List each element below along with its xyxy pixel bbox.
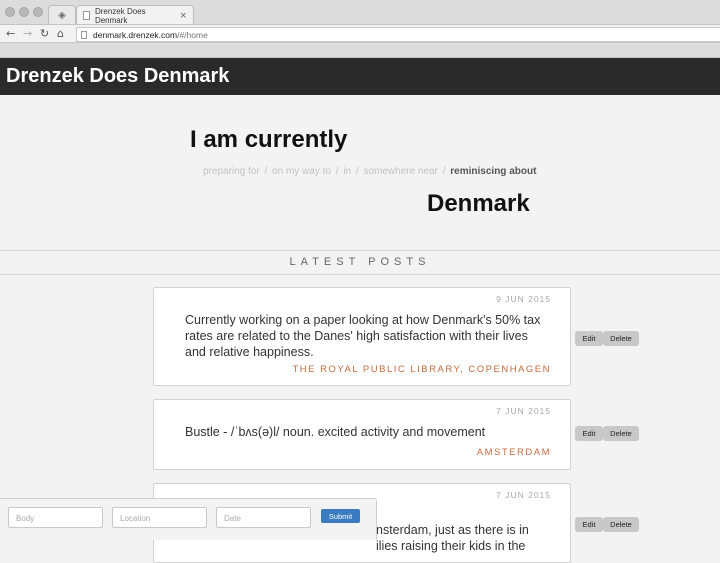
- post-body-line: nsterdam, just as there is in: [376, 523, 529, 537]
- new-post-form: Body Location Date Submit: [0, 498, 377, 540]
- country-name: Denmark: [427, 190, 530, 217]
- status-option-somewhere-near[interactable]: somewhere near: [363, 166, 437, 177]
- post-card: 9 JUN 2015 Currently working on a paper …: [153, 287, 571, 386]
- submit-button[interactable]: Submit: [321, 509, 360, 523]
- post-location: AMSTERDAM: [476, 447, 551, 458]
- date-input[interactable]: Date: [216, 507, 311, 528]
- window-close-button[interactable]: [5, 7, 15, 17]
- delete-button[interactable]: Delete: [603, 331, 639, 346]
- address-bar[interactable]: denmark.drenzek.com/#/home: [76, 27, 720, 42]
- body-input[interactable]: Body: [8, 507, 103, 528]
- browser-toolbar: ← → ↻ ⌂ denmark.drenzek.com/#/home: [0, 24, 720, 43]
- location-input[interactable]: Location: [112, 507, 207, 528]
- post-body-line: ilies raising their kids in the: [376, 539, 526, 553]
- page-icon: [83, 11, 90, 20]
- status-option-reminiscing[interactable]: reminiscing about: [450, 166, 536, 177]
- window-zoom-button[interactable]: [33, 7, 43, 17]
- close-tab-icon[interactable]: ×: [179, 11, 187, 21]
- home-icon[interactable]: ⌂: [57, 27, 64, 41]
- post-body: Bustle - /ˈbʌs(ə)l/ noun. excited activi…: [185, 425, 486, 439]
- post-date: 9 JUN 2015: [496, 294, 551, 304]
- post-location: THE ROYAL PUBLIC LIBRARY, COPENHAGEN: [292, 364, 551, 375]
- status-separator: /: [335, 166, 339, 177]
- status-separator: /: [264, 166, 268, 177]
- status-option-on-my-way[interactable]: on my way to: [272, 166, 331, 177]
- reload-icon[interactable]: ↻: [40, 27, 49, 41]
- edit-button[interactable]: Edit: [575, 331, 603, 346]
- browser-chrome: ◈ Drenzek Does Denmark × ← → ↻ ⌂ denmark…: [0, 0, 720, 58]
- latest-posts-heading: LATEST POSTS: [0, 250, 720, 275]
- edit-button[interactable]: Edit: [575, 517, 603, 532]
- site-header: Drenzek Does Denmark: [0, 58, 720, 95]
- status-selector: preparing for / on my way to / in / some…: [203, 166, 536, 177]
- status-option-in[interactable]: in: [343, 166, 351, 177]
- forward-arrow-icon[interactable]: →: [23, 27, 32, 41]
- post-card: 7 JUN 2015 Bustle - /ˈbʌs(ə)l/ noun. exc…: [153, 399, 571, 470]
- url-path: /#/home: [177, 29, 208, 40]
- back-arrow-icon[interactable]: ←: [6, 27, 15, 41]
- status-option-preparing[interactable]: preparing for: [203, 166, 260, 177]
- page-info-icon: [81, 30, 87, 39]
- edit-button[interactable]: Edit: [575, 426, 603, 441]
- tab-title: Drenzek Does Denmark: [94, 6, 146, 25]
- pinned-tab-icon[interactable]: ◈: [48, 5, 76, 24]
- delete-button[interactable]: Delete: [603, 426, 639, 441]
- delete-button[interactable]: Delete: [603, 517, 639, 532]
- browser-tab[interactable]: Drenzek Does Denmark ×: [76, 5, 194, 25]
- post-body: Currently working on a paper looking at …: [185, 313, 541, 359]
- window-minimize-button[interactable]: [19, 7, 29, 17]
- post-date: 7 JUN 2015: [496, 406, 551, 416]
- hero-heading: I am currently: [190, 126, 348, 153]
- status-separator: /: [442, 166, 446, 177]
- post-date: 7 JUN 2015: [496, 490, 551, 500]
- post-body: nsterdam, just as there is in ilies rais…: [376, 522, 556, 554]
- url-host: denmark.drenzek.com: [93, 29, 178, 40]
- status-separator: /: [355, 166, 359, 177]
- site-title[interactable]: Drenzek Does Denmark: [6, 65, 229, 88]
